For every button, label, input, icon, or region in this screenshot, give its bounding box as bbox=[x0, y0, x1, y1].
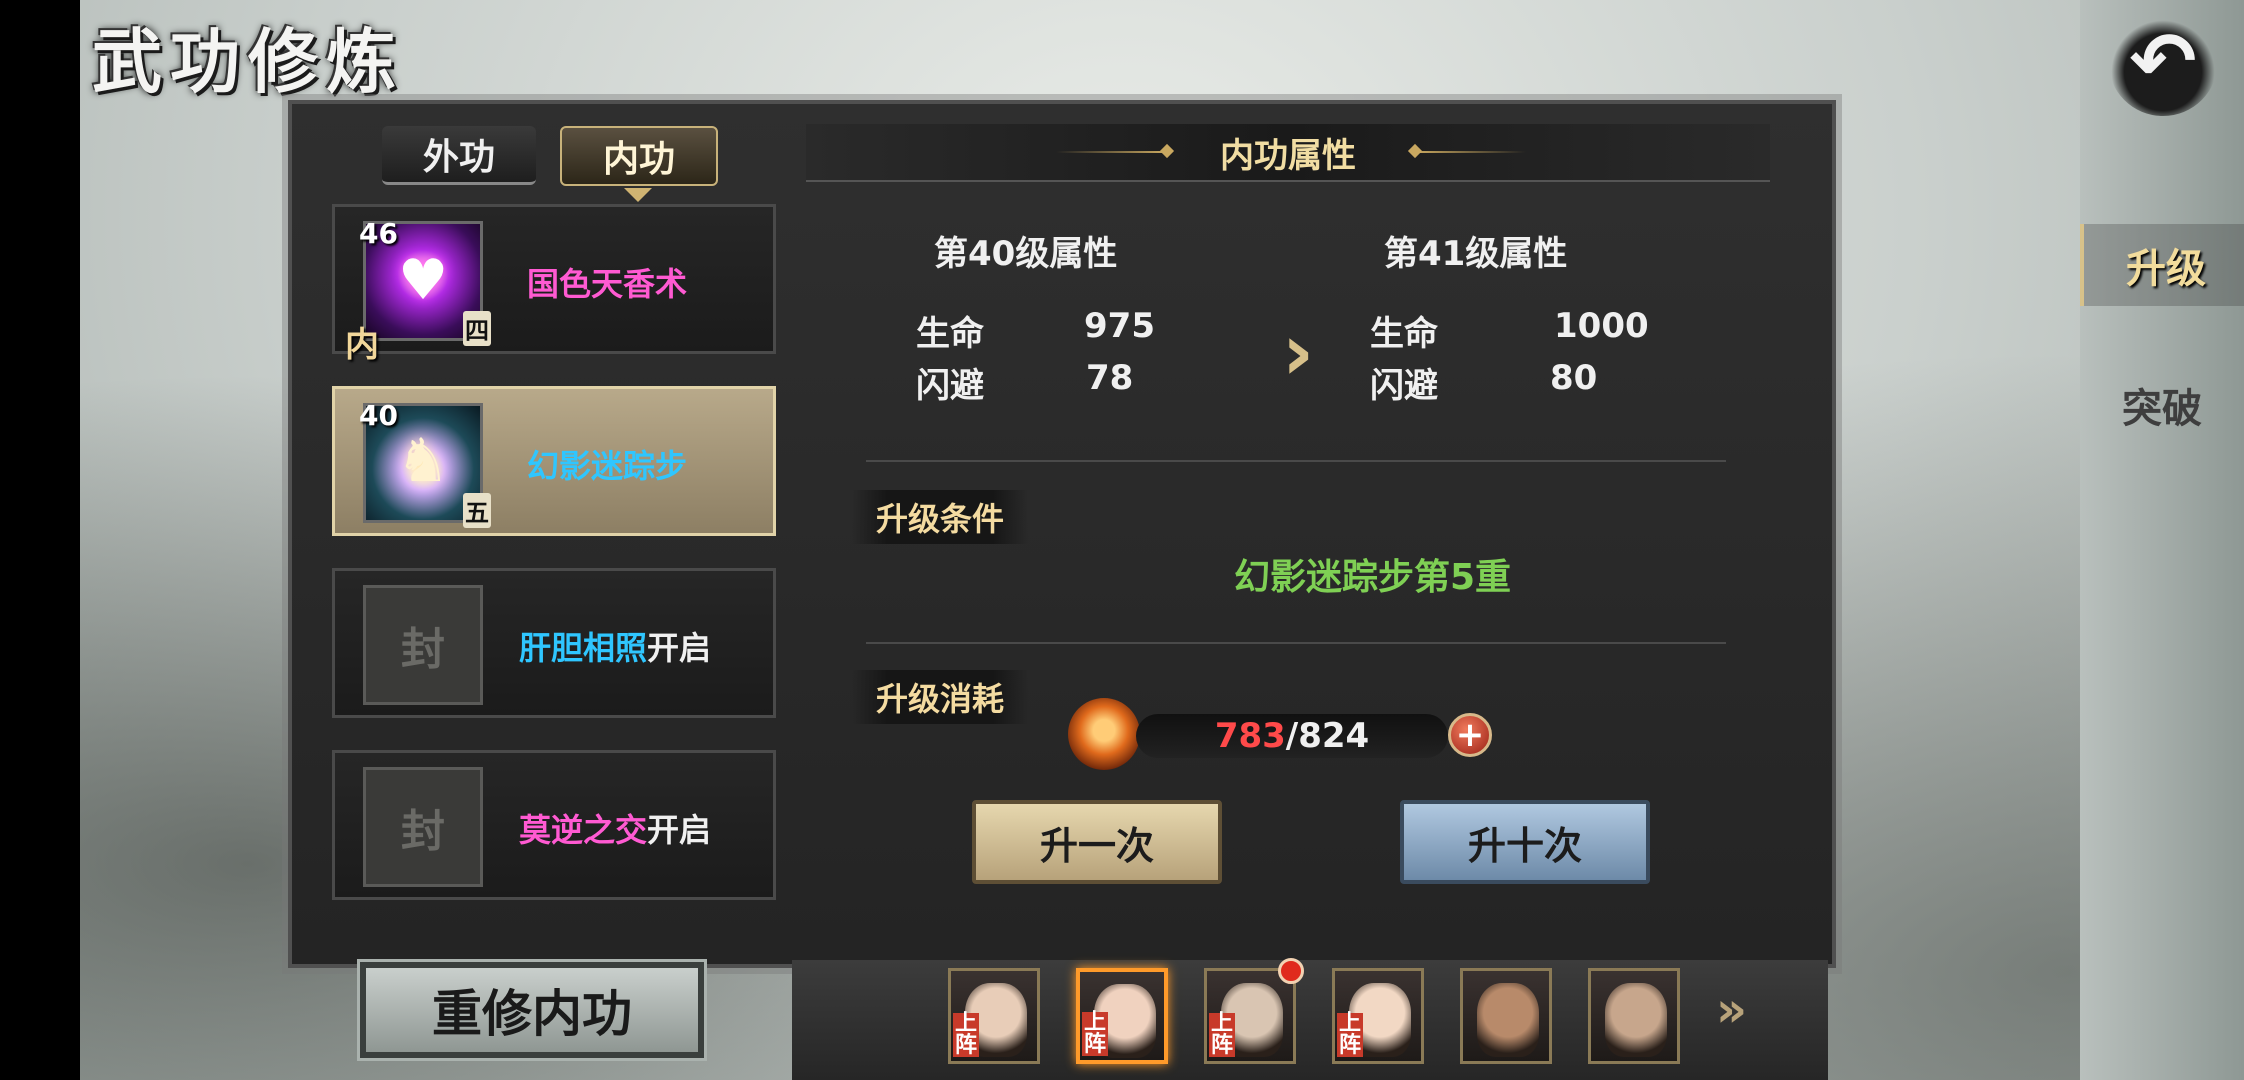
tab-inner-skill[interactable]: 内功 bbox=[560, 126, 718, 202]
deployed-tag: 上阵 bbox=[953, 1011, 979, 1058]
skill-item-huanying[interactable]: ♞ 40 五 幻影迷踪步 bbox=[332, 386, 776, 536]
sealed-lock-icon: 封 bbox=[363, 767, 483, 887]
arrow-right-icon: › bbox=[1282, 308, 1315, 398]
side-panel bbox=[2080, 0, 2244, 1080]
skill-name: 幻影迷踪步 bbox=[527, 447, 688, 485]
skill-item-guose[interactable]: ♥ 46 四 内 国色天香术 bbox=[332, 204, 776, 365]
skill-name: 肝胆相照 bbox=[519, 629, 648, 667]
back-button[interactable]: ↶ bbox=[2108, 6, 2218, 116]
sealed-lock-icon: 封 bbox=[363, 585, 483, 705]
page-title: 武功修炼 bbox=[92, 20, 404, 103]
skill-name: 国色天香术 bbox=[527, 265, 688, 303]
cost-total: /824 bbox=[1285, 716, 1370, 756]
portrait-1[interactable]: 上阵 bbox=[948, 968, 1040, 1064]
current-dodge-value: 78 bbox=[1086, 358, 1134, 398]
plus-icon: + bbox=[1455, 715, 1485, 755]
upgrade-ten-button[interactable]: 升十次 bbox=[1400, 800, 1650, 884]
character-face bbox=[1605, 983, 1667, 1057]
divider bbox=[866, 642, 1726, 644]
ornament-right bbox=[1416, 151, 1526, 153]
skill-level: 46 bbox=[359, 217, 398, 250]
skill-name-line: 莫逆之交开启 bbox=[519, 805, 711, 851]
current-dodge-label: 闪避 bbox=[916, 366, 984, 406]
next-level-title: 第41级属性 bbox=[1384, 234, 1568, 274]
next-dodge-label: 闪避 bbox=[1370, 366, 1438, 406]
skill-level: 40 bbox=[359, 399, 398, 432]
horse-glyph-icon: ♞ bbox=[396, 426, 450, 496]
portrait-2[interactable]: 上阵 bbox=[1076, 968, 1168, 1064]
tab-upgrade[interactable]: 升级 bbox=[2080, 224, 2244, 306]
ornament-left bbox=[1056, 151, 1166, 153]
next-hp-value: 1000 bbox=[1554, 306, 1649, 346]
tab-breakthrough[interactable]: 突破 bbox=[2080, 364, 2244, 446]
divider bbox=[866, 460, 1726, 462]
back-arrow-icon: ↶ bbox=[2129, 14, 2197, 108]
character-face bbox=[1477, 983, 1539, 1057]
current-level-title: 第40级属性 bbox=[934, 234, 1118, 274]
heart-glyph-icon: ♥ bbox=[398, 248, 449, 313]
detail-header-text: 内功属性 bbox=[1220, 135, 1356, 176]
portrait-5[interactable] bbox=[1460, 968, 1552, 1064]
inner-skill-mark: 内 bbox=[345, 325, 379, 365]
condition-label: 升级条件 bbox=[852, 490, 1029, 544]
skill-item-moni[interactable]: 封 莫逆之交开启 bbox=[332, 750, 776, 900]
next-dodge-value: 80 bbox=[1550, 358, 1598, 398]
cost-label: 升级消耗 bbox=[852, 670, 1029, 724]
skill-name-line: 肝胆相照开启 bbox=[519, 623, 711, 669]
portrait-6[interactable] bbox=[1588, 968, 1680, 1064]
cost-current: 783 bbox=[1214, 716, 1286, 756]
portrait-3[interactable]: 上阵 bbox=[1204, 968, 1296, 1064]
cultivation-points-icon bbox=[1068, 698, 1140, 770]
deployed-tag: 上阵 bbox=[1209, 1011, 1235, 1058]
skill-name: 莫逆之交 bbox=[519, 811, 648, 849]
detail-header: 内功属性 bbox=[806, 124, 1770, 182]
scroll-right-icon[interactable]: » bbox=[1716, 982, 1747, 1038]
current-hp-label: 生命 bbox=[916, 314, 984, 354]
deployed-tag: 上阵 bbox=[1337, 1011, 1363, 1058]
condition-text: 幻影迷踪步第5重 bbox=[1234, 557, 1512, 598]
unlock-tag: 开启 bbox=[647, 811, 712, 849]
skill-tier: 四 bbox=[463, 311, 491, 346]
notification-dot bbox=[1278, 958, 1304, 984]
unlock-tag: 开启 bbox=[647, 629, 712, 667]
next-hp-label: 生命 bbox=[1370, 314, 1438, 354]
reset-inner-skill-button[interactable]: 重修内功 bbox=[357, 959, 707, 1061]
portrait-4[interactable]: 上阵 bbox=[1332, 968, 1424, 1064]
skill-item-gandan[interactable]: 封 肝胆相照开启 bbox=[332, 568, 776, 718]
deployed-tag: 上阵 bbox=[1082, 1010, 1108, 1057]
tab-outer-skill[interactable]: 外功 bbox=[382, 126, 536, 185]
upgrade-once-button[interactable]: 升一次 bbox=[972, 800, 1222, 884]
current-hp-value: 975 bbox=[1084, 306, 1155, 346]
skill-tier: 五 bbox=[463, 493, 491, 528]
cost-bar: 783/824 bbox=[1136, 714, 1448, 758]
add-resource-button[interactable]: + bbox=[1448, 713, 1492, 757]
